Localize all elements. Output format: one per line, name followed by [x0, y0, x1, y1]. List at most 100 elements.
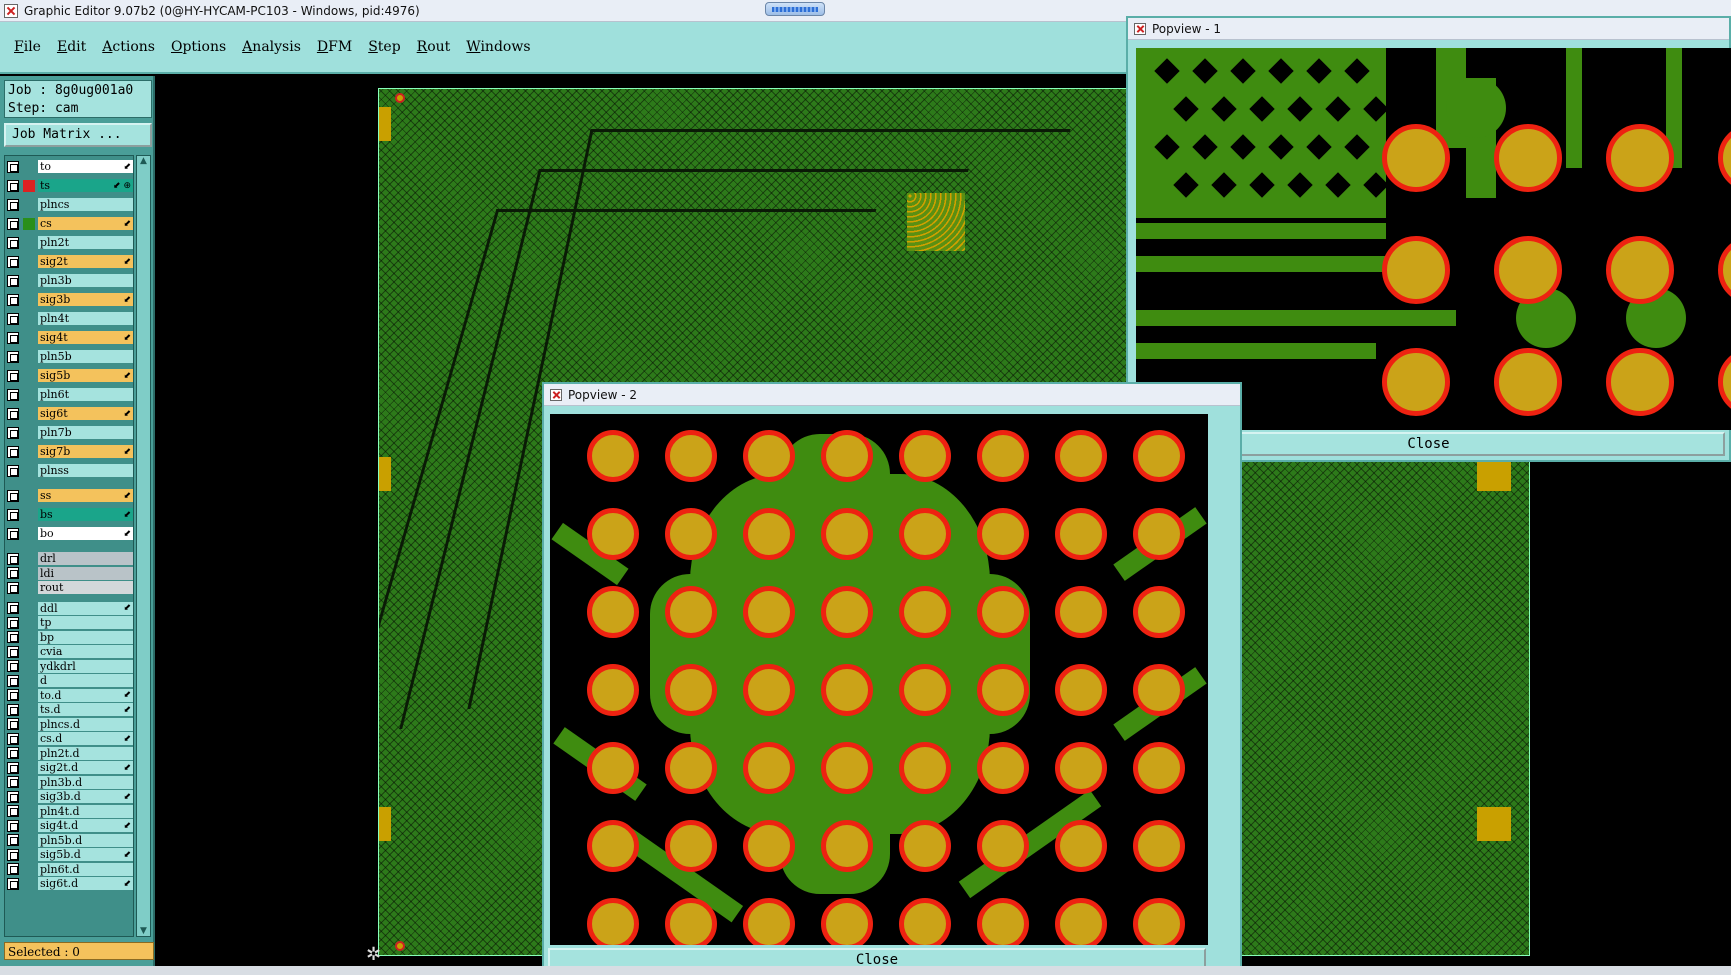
layer-name[interactable]: pln5b.d [38, 833, 133, 847]
layer-visibility-checkbox[interactable] [7, 464, 19, 477]
layer-name[interactable]: ts.d [38, 703, 133, 716]
layer-name[interactable]: sig3b.d [38, 790, 133, 803]
layer-name[interactable]: plncs.d [38, 717, 133, 731]
layer-visibility-checkbox[interactable] [7, 863, 19, 875]
layer-visibility-checkbox[interactable] [7, 508, 19, 521]
layer-name[interactable]: d [38, 674, 133, 687]
layer-visibility-checkbox[interactable] [7, 703, 19, 716]
layer-row-pln5b[interactable]: pln5b [7, 349, 133, 364]
layer-name[interactable]: bs [38, 508, 133, 521]
layer-name[interactable]: ydkdrl [38, 659, 133, 673]
layer-row-pln3b.d[interactable]: pln3b.d [7, 775, 133, 790]
layer-visibility-checkbox[interactable] [7, 489, 19, 502]
layer-name[interactable]: to.d [38, 688, 133, 702]
layer-visibility-checkbox[interactable] [7, 747, 19, 759]
layer-visibility-checkbox[interactable] [7, 293, 19, 306]
layer-row-to.d[interactable]: to.d ⬋ [7, 688, 133, 703]
layer-visibility-checkbox[interactable] [7, 567, 19, 579]
layer-name[interactable]: pln6t.d [38, 862, 133, 876]
layer-row-ydkdrl[interactable]: ydkdrl [7, 659, 133, 674]
layer-visibility-checkbox[interactable] [7, 445, 19, 458]
job-matrix-button[interactable]: Job Matrix ... [4, 123, 152, 147]
layer-visibility-checkbox[interactable] [7, 407, 19, 420]
layer-visibility-checkbox[interactable] [7, 660, 19, 672]
menu-rout[interactable]: Rout [417, 39, 451, 55]
layer-row-sig2t[interactable]: sig2t ⬋ [7, 254, 133, 269]
layer-row-plncs.d[interactable]: plncs.d [7, 717, 133, 732]
menu-analysis[interactable]: Analysis [242, 39, 301, 55]
layer-name[interactable]: ldi [38, 566, 133, 580]
layer-name[interactable]: sig6t.d [38, 877, 133, 890]
layer-row-pln4t.d[interactable]: pln4t.d [7, 804, 133, 819]
menu-dfm[interactable]: DFM [317, 39, 352, 55]
layer-name[interactable]: pln2t [38, 236, 133, 249]
layer-name[interactable]: plnss [38, 464, 133, 477]
layer-row-plnss[interactable]: plnss [7, 463, 133, 478]
layer-row-sig5b.d[interactable]: sig5b.d ⬋ [7, 847, 133, 862]
layer-visibility-checkbox[interactable] [7, 834, 19, 846]
layer-name[interactable]: pln5b [38, 350, 133, 363]
layer-row-sig7b[interactable]: sig7b ⬋ [7, 444, 133, 459]
layer-row-pln6t.d[interactable]: pln6t.d [7, 862, 133, 877]
layer-row-sig6t.d[interactable]: sig6t.d ⬋ [7, 876, 133, 891]
menu-file[interactable]: File [14, 39, 41, 55]
layer-row-sig6t[interactable]: sig6t ⬋ [7, 406, 133, 421]
layer-visibility-checkbox[interactable] [7, 848, 19, 861]
layer-visibility-checkbox[interactable] [7, 581, 19, 594]
layer-row-d[interactable]: d [7, 673, 133, 688]
layer-row-sig4t[interactable]: sig4t ⬋ [7, 330, 133, 345]
layer-visibility-checkbox[interactable] [7, 761, 19, 774]
layer-name[interactable]: pln2t.d [38, 746, 133, 760]
layer-visibility-checkbox[interactable] [7, 776, 19, 788]
layer-visibility-checkbox[interactable] [7, 179, 19, 192]
layer-row-sig3b.d[interactable]: sig3b.d ⬋ [7, 789, 133, 804]
menu-step[interactable]: Step [368, 39, 400, 55]
menu-edit[interactable]: Edit [57, 39, 86, 55]
scroll-down-icon[interactable]: ▼ [140, 926, 147, 936]
layer-name[interactable]: pln4t.d [38, 804, 133, 818]
layer-row-ts.d[interactable]: ts.d ⬋ [7, 702, 133, 717]
layer-name[interactable]: pln7b [38, 426, 133, 439]
layer-row-pln3b[interactable]: pln3b [7, 273, 133, 288]
layer-name[interactable]: bo [38, 527, 133, 540]
layer-name[interactable]: sig5b [38, 369, 133, 382]
layer-row-pln7b[interactable]: pln7b [7, 425, 133, 440]
layer-visibility-checkbox[interactable] [7, 877, 19, 890]
layer-visibility-checkbox[interactable] [7, 527, 19, 540]
layer-name[interactable]: sig3b [38, 293, 133, 306]
layer-row-ldi[interactable]: ldi [7, 566, 133, 581]
layer-row-pln5b.d[interactable]: pln5b.d [7, 833, 133, 848]
layer-visibility-checkbox[interactable] [7, 790, 19, 803]
layer-name[interactable]: pln3b [38, 274, 133, 287]
layer-visibility-checkbox[interactable] [7, 732, 19, 745]
layer-visibility-checkbox[interactable] [7, 631, 19, 643]
layer-visibility-checkbox[interactable] [7, 350, 19, 363]
layer-name[interactable]: cs.d [38, 732, 133, 745]
menu-windows[interactable]: Windows [466, 39, 530, 55]
layer-visibility-checkbox[interactable] [7, 552, 19, 565]
menu-actions[interactable]: Actions [102, 39, 155, 55]
layer-visibility-checkbox[interactable] [7, 274, 19, 287]
layer-visibility-checkbox[interactable] [7, 819, 19, 832]
layer-row-sig2t.d[interactable]: sig2t.d ⬋ [7, 760, 133, 775]
layer-visibility-checkbox[interactable] [7, 217, 19, 230]
layer-name[interactable]: sig5b.d [38, 848, 133, 861]
layer-visibility-checkbox[interactable] [7, 236, 19, 249]
layer-name[interactable]: ddl [38, 601, 133, 615]
layer-name[interactable]: sig2t [38, 255, 133, 268]
layer-name[interactable]: plncs [38, 198, 133, 211]
layer-list-scrollbar[interactable]: ▲ ▼ [136, 155, 151, 937]
layer-name[interactable]: rout [38, 581, 133, 594]
layer-visibility-checkbox[interactable] [7, 674, 19, 687]
layer-name[interactable]: cs [38, 217, 133, 230]
layer-name[interactable]: sig7b [38, 445, 133, 458]
layer-row-sig3b[interactable]: sig3b ⬋ [7, 292, 133, 307]
layer-visibility-checkbox[interactable] [7, 312, 19, 325]
layer-row-ddl[interactable]: ddl ⬋ [7, 601, 133, 616]
layer-visibility-checkbox[interactable] [7, 645, 19, 658]
layer-name[interactable]: cvia [38, 645, 133, 658]
layer-row-sig4t.d[interactable]: sig4t.d ⬋ [7, 818, 133, 833]
layer-row-cs.d[interactable]: cs.d ⬋ [7, 731, 133, 746]
layer-row-sig5b[interactable]: sig5b ⬋ [7, 368, 133, 383]
layer-visibility-checkbox[interactable] [7, 369, 19, 382]
